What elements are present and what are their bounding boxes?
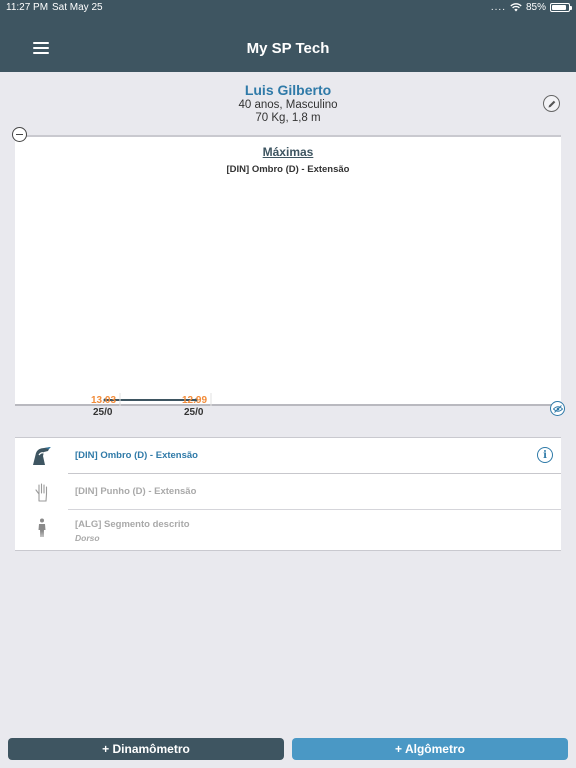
list-item[interactable]: [DIN] Punho (D) - Extensão	[15, 474, 561, 510]
battery-percent: 85%	[525, 2, 546, 13]
shoulder-icon	[33, 447, 51, 465]
pencil-icon	[548, 100, 555, 107]
add-algometro-button[interactable]: + Algômetro	[292, 738, 568, 760]
minus-icon	[16, 133, 23, 136]
list-item-label: [DIN] Ombro (D) - Extensão	[75, 450, 198, 461]
status-date: Sat May 25	[52, 2, 103, 13]
patient-name: Luis Gilberto	[244, 82, 332, 98]
add-dinamometro-button[interactable]: + Dinamômetro	[8, 738, 284, 760]
list-item[interactable]: [DIN] Ombro (D) - Extensão i	[15, 438, 561, 474]
battery-icon	[550, 3, 572, 12]
signal-dots: ....	[490, 2, 506, 13]
body-icon	[38, 518, 46, 537]
list-item[interactable]: [ALG] Segmento descrito Dorso	[15, 510, 561, 546]
hand-icon	[35, 483, 48, 502]
navbar: My SP Tech	[0, 16, 576, 72]
battery-fill	[552, 5, 566, 10]
list-item-label: [DIN] Punho (D) - Extensão	[75, 486, 197, 497]
patient-profile: Luis Gilberto 40 anos, Masculino 70 Kg, …	[0, 82, 576, 124]
status-time: 11:27 PM	[6, 2, 49, 13]
status-bar: 11:27 PM Sat May 25 .... 85%	[0, 0, 576, 16]
patient-age-sex: 40 anos, Masculino	[238, 99, 338, 111]
hide-chart-button[interactable]	[550, 401, 565, 416]
max-chart: 13.03 12.99	[91, 393, 212, 406]
measurement-list: [DIN] Ombro (D) - Extensão i [DIN] Punho…	[15, 437, 561, 551]
chart-card: Máximas [DIN] Ombro (D) - Extensão 13.03…	[15, 135, 561, 406]
wifi-icon	[510, 3, 522, 12]
x-tick-label: 25/0	[93, 407, 113, 418]
data-value-label: 13.03	[91, 395, 116, 406]
data-value-label: 12.99	[182, 395, 207, 406]
nav-title: My SP Tech	[246, 40, 330, 57]
status-right: .... 85%	[490, 2, 572, 13]
list-item-sublabel: Dorso	[75, 533, 100, 543]
collapse-chart-button[interactable]	[12, 127, 27, 142]
list-item-label: [ALG] Segmento descrito	[75, 519, 190, 530]
x-tick-label: 25/0	[184, 407, 204, 418]
edit-profile-button[interactable]	[543, 95, 560, 112]
info-icon[interactable]: i	[537, 447, 553, 463]
patient-body: 70 Kg, 1,8 m	[255, 112, 321, 124]
eye-slash-icon	[552, 404, 563, 413]
